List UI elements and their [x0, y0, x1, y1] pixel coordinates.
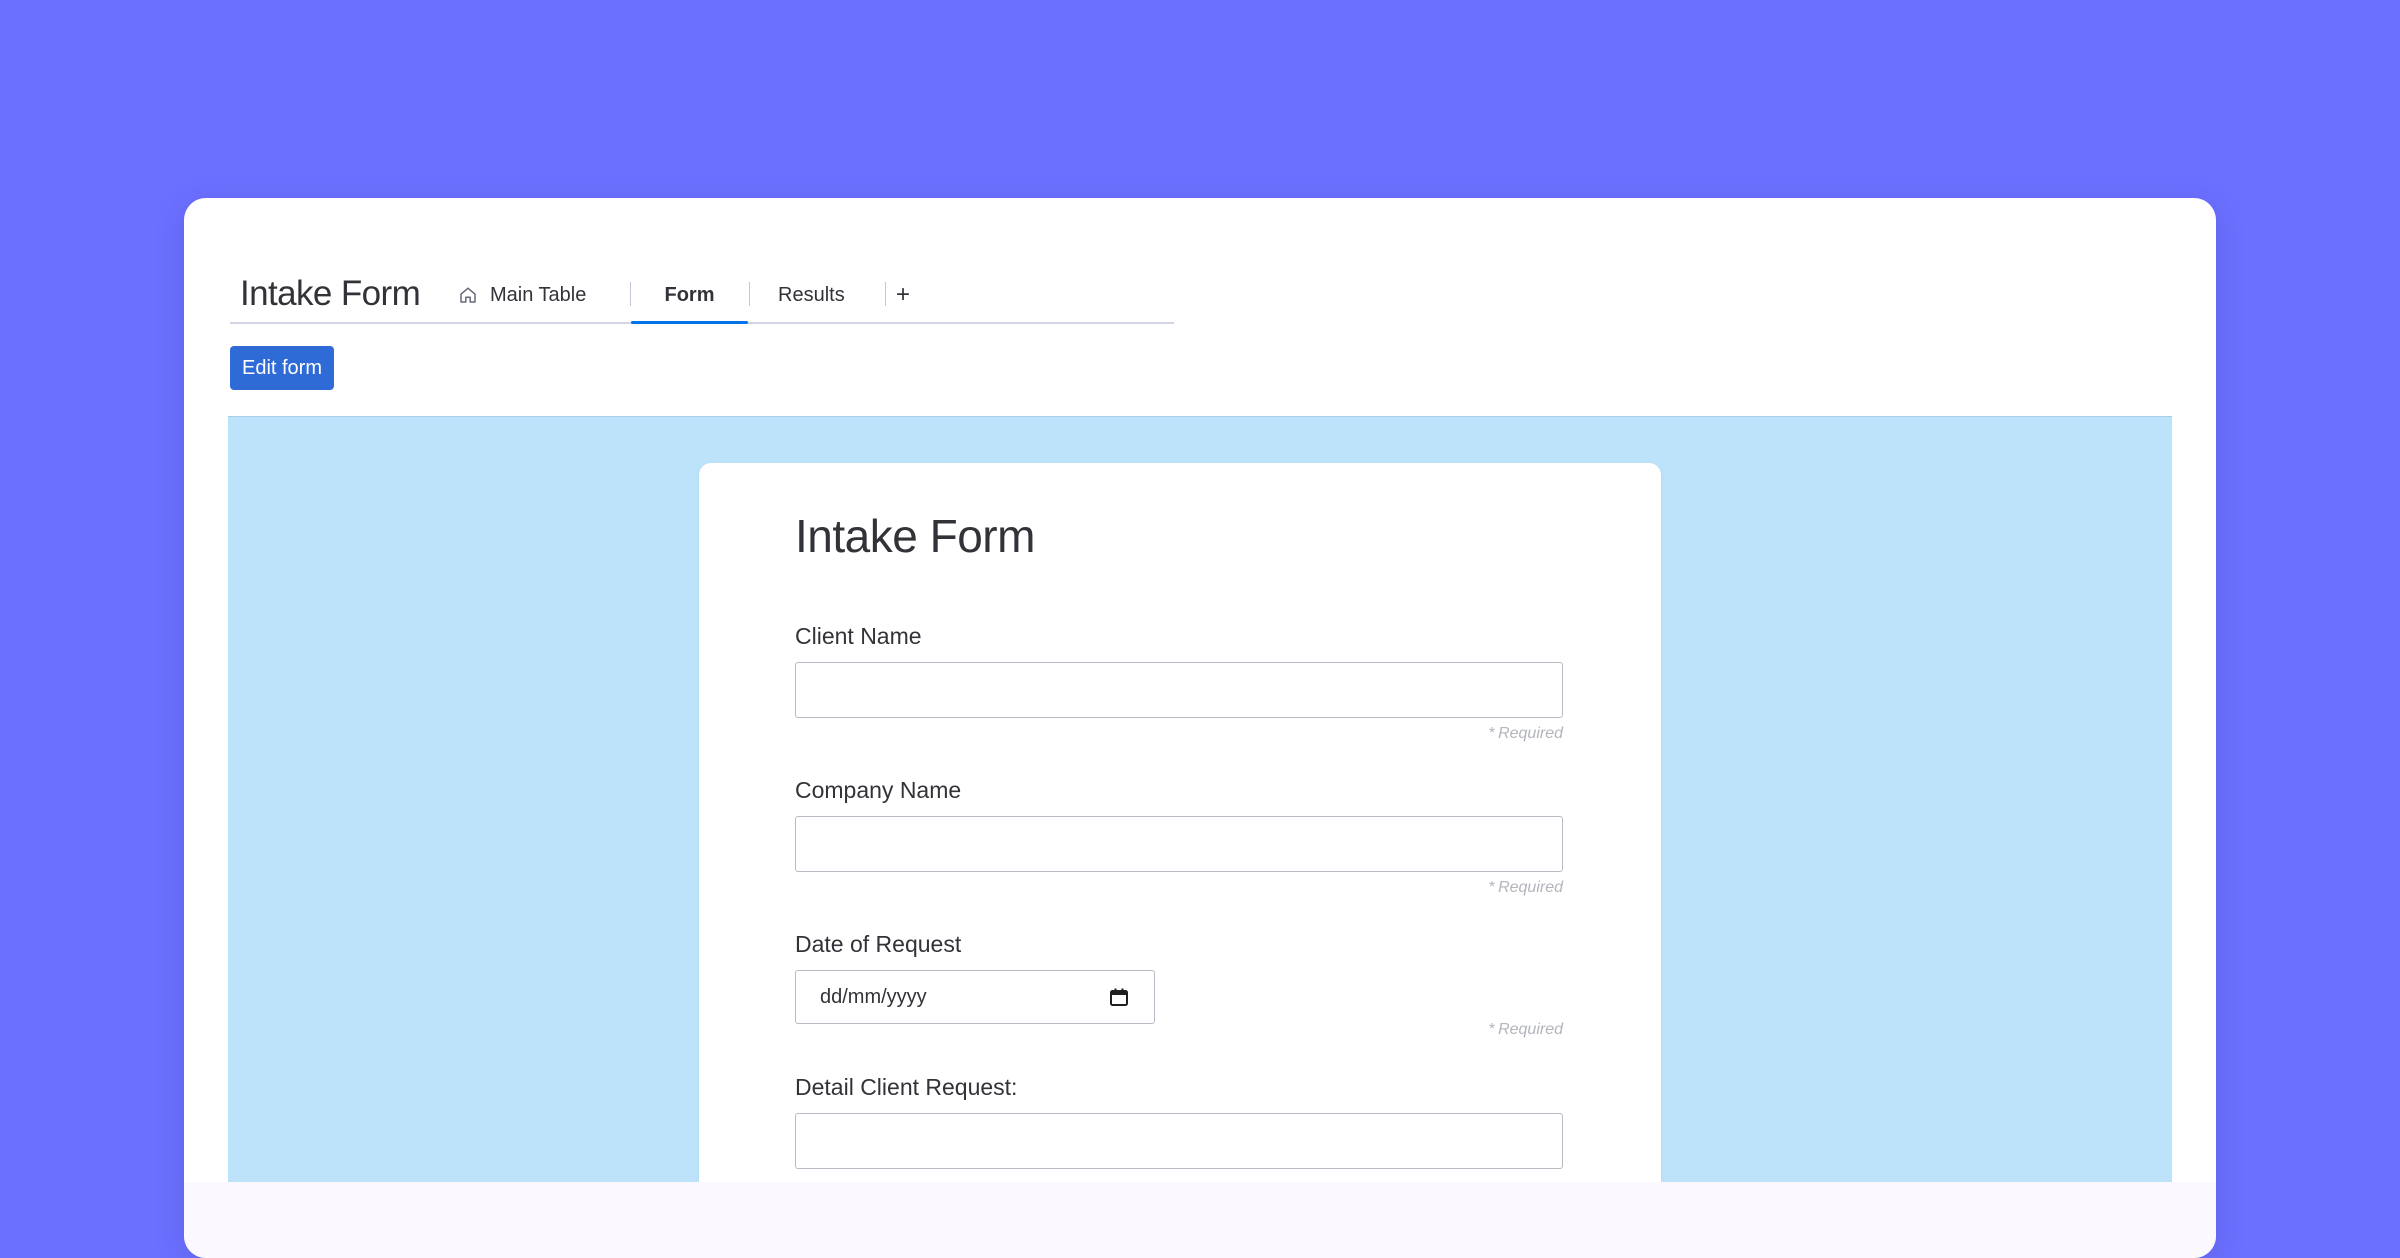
- detail-client-request-input[interactable]: [795, 1113, 1563, 1169]
- company-name-input[interactable]: [795, 816, 1563, 872]
- tab-form-label: Form: [664, 283, 715, 306]
- tab-results-label: Results: [778, 283, 845, 306]
- required-star: *: [1488, 725, 1496, 742]
- tab-separator: [885, 282, 886, 306]
- company-name-required-note: * Required: [1488, 879, 1563, 896]
- required-star: *: [1488, 1021, 1496, 1038]
- calendar-icon[interactable]: [1108, 986, 1130, 1008]
- client-name-input[interactable]: [795, 662, 1563, 718]
- date-of-request-label: Date of Request: [795, 931, 962, 957]
- company-name-label: Company Name: [795, 777, 962, 803]
- app-window: Intake Form Main Table Form Results + Ed…: [184, 198, 2216, 1258]
- date-of-request-input[interactable]: dd/mm/yyyy: [795, 970, 1155, 1024]
- tab-form[interactable]: Form: [631, 268, 748, 324]
- board-title: Intake Form: [240, 274, 421, 313]
- detail-client-request-label: Detail Client Request:: [795, 1074, 1018, 1100]
- form-title: Intake Form: [795, 510, 1035, 562]
- home-icon: [460, 287, 476, 303]
- add-view-button[interactable]: +: [896, 268, 910, 322]
- client-name-required-note: * Required: [1488, 725, 1563, 742]
- tab-results[interactable]: Results: [778, 268, 845, 322]
- tab-main-table[interactable]: Main Table: [458, 268, 586, 322]
- tab-separator: [749, 282, 750, 306]
- form-canvas: Intake Form Client Name * Required Compan…: [228, 416, 2172, 1183]
- date-required-note: * Required: [1488, 1021, 1563, 1038]
- client-name-label: Client Name: [795, 623, 922, 649]
- form-card: Intake Form Client Name * Required Compan…: [699, 463, 1661, 1183]
- date-placeholder: dd/mm/yyyy: [820, 985, 927, 1008]
- board-header: Intake Form Main Table Form Results +: [230, 268, 1174, 324]
- required-star: *: [1488, 879, 1496, 896]
- plus-icon: +: [896, 281, 911, 308]
- window-footer: [184, 1182, 2216, 1258]
- edit-form-button[interactable]: Edit form: [230, 346, 334, 390]
- tab-main-table-label: Main Table: [490, 283, 587, 306]
